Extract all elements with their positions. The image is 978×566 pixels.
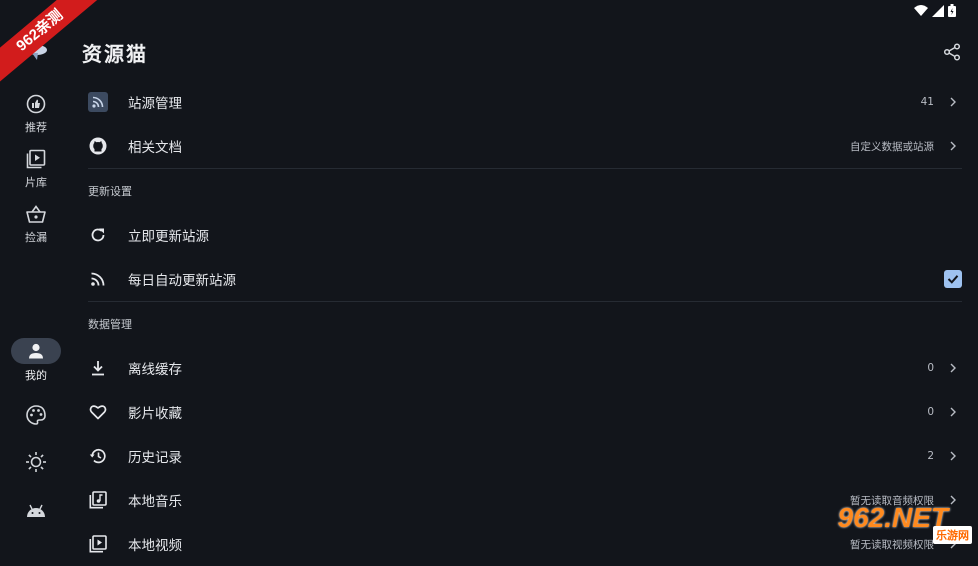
row-title: 每日自动更新站源 xyxy=(128,273,236,289)
thumb-up-icon xyxy=(24,92,48,116)
heart-icon xyxy=(87,401,109,423)
auto-update-checkbox[interactable] xyxy=(944,270,962,288)
watermark-logo: 962.NET xyxy=(837,502,949,533)
status-bar xyxy=(0,0,978,22)
row-title: 站源管理 xyxy=(128,96,182,112)
wifi-icon xyxy=(914,4,928,16)
rail-item-recommend[interactable]: 推荐 xyxy=(0,92,72,135)
video-library-icon xyxy=(24,147,48,171)
row-favorites[interactable]: 影片收藏 0 xyxy=(72,390,978,434)
status-icons xyxy=(914,4,956,17)
row-title: 本地音乐 xyxy=(128,494,182,510)
share-button[interactable] xyxy=(940,40,964,64)
signal-icon xyxy=(932,4,944,17)
rail-item-library[interactable]: 片库 xyxy=(0,147,72,190)
row-summary: 41 xyxy=(920,96,934,108)
row-source-manage[interactable]: 站源管理 41 xyxy=(72,80,978,124)
row-auto-update[interactable]: 每日自动更新站源 xyxy=(72,257,978,301)
check-icon xyxy=(947,275,959,284)
navigation-rail: 推荐 片库 捡漏 我的 xyxy=(0,0,72,550)
chevron-right-icon xyxy=(950,97,956,107)
refresh-icon xyxy=(87,224,109,246)
row-summary: 2 xyxy=(927,450,934,462)
chevron-right-icon xyxy=(950,407,956,417)
row-title: 立即更新站源 xyxy=(128,229,209,245)
row-offline-cache[interactable]: 离线缓存 0 xyxy=(72,346,978,390)
chevron-right-icon xyxy=(950,363,956,373)
history-icon xyxy=(87,445,109,467)
chevron-right-icon xyxy=(950,451,956,461)
row-summary: 0 xyxy=(927,406,934,418)
android-button[interactable] xyxy=(0,498,72,522)
rail-label-me: 我的 xyxy=(25,369,47,382)
sun-icon xyxy=(24,450,48,474)
row-summary: 自定义数据或站源 xyxy=(850,140,934,153)
rail-label-library: 片库 xyxy=(25,176,47,189)
palette-icon xyxy=(24,403,48,427)
share-icon xyxy=(943,43,961,61)
basket-icon xyxy=(24,202,48,226)
video-library-icon xyxy=(87,533,109,555)
section-header-data: 数据管理 xyxy=(88,318,132,331)
music-library-icon xyxy=(87,489,109,511)
settings-list: 站源管理 41 相关文档 自定义数据或站源 更新设置 立即更新站源 每日自动更新… xyxy=(72,80,978,566)
row-title: 相关文档 xyxy=(128,140,182,156)
rail-active-indicator xyxy=(11,338,61,364)
watermark-subtitle: 乐游网 xyxy=(933,526,972,544)
rss-feed-icon xyxy=(87,91,109,113)
rss-icon xyxy=(87,268,109,290)
row-summary: 0 xyxy=(927,362,934,374)
row-docs[interactable]: 相关文档 自定义数据或站源 xyxy=(72,124,978,168)
row-title: 离线缓存 xyxy=(128,362,182,378)
download-icon xyxy=(87,357,109,379)
row-title: 影片收藏 xyxy=(128,406,182,422)
chevron-right-icon xyxy=(950,141,956,151)
brightness-button[interactable] xyxy=(0,450,72,474)
theme-palette-button[interactable] xyxy=(0,403,72,427)
battery-icon xyxy=(948,4,956,17)
github-icon xyxy=(87,135,109,157)
rail-item-me[interactable]: 我的 xyxy=(0,338,72,383)
rail-label-recommend: 推荐 xyxy=(25,121,47,134)
row-title: 历史记录 xyxy=(128,450,182,466)
watermark: 962.NET 乐游网 xyxy=(838,496,978,550)
android-icon xyxy=(24,498,48,522)
row-update-now[interactable]: 立即更新站源 xyxy=(72,213,978,257)
person-icon xyxy=(29,343,43,359)
rail-item-pickup[interactable]: 捡漏 xyxy=(0,202,72,245)
row-title: 本地视频 xyxy=(128,538,182,554)
section-header-update: 更新设置 xyxy=(88,185,132,198)
rail-label-pickup: 捡漏 xyxy=(25,231,47,244)
app-title: 资源猫 xyxy=(82,42,148,66)
row-history[interactable]: 历史记录 2 xyxy=(72,434,978,478)
